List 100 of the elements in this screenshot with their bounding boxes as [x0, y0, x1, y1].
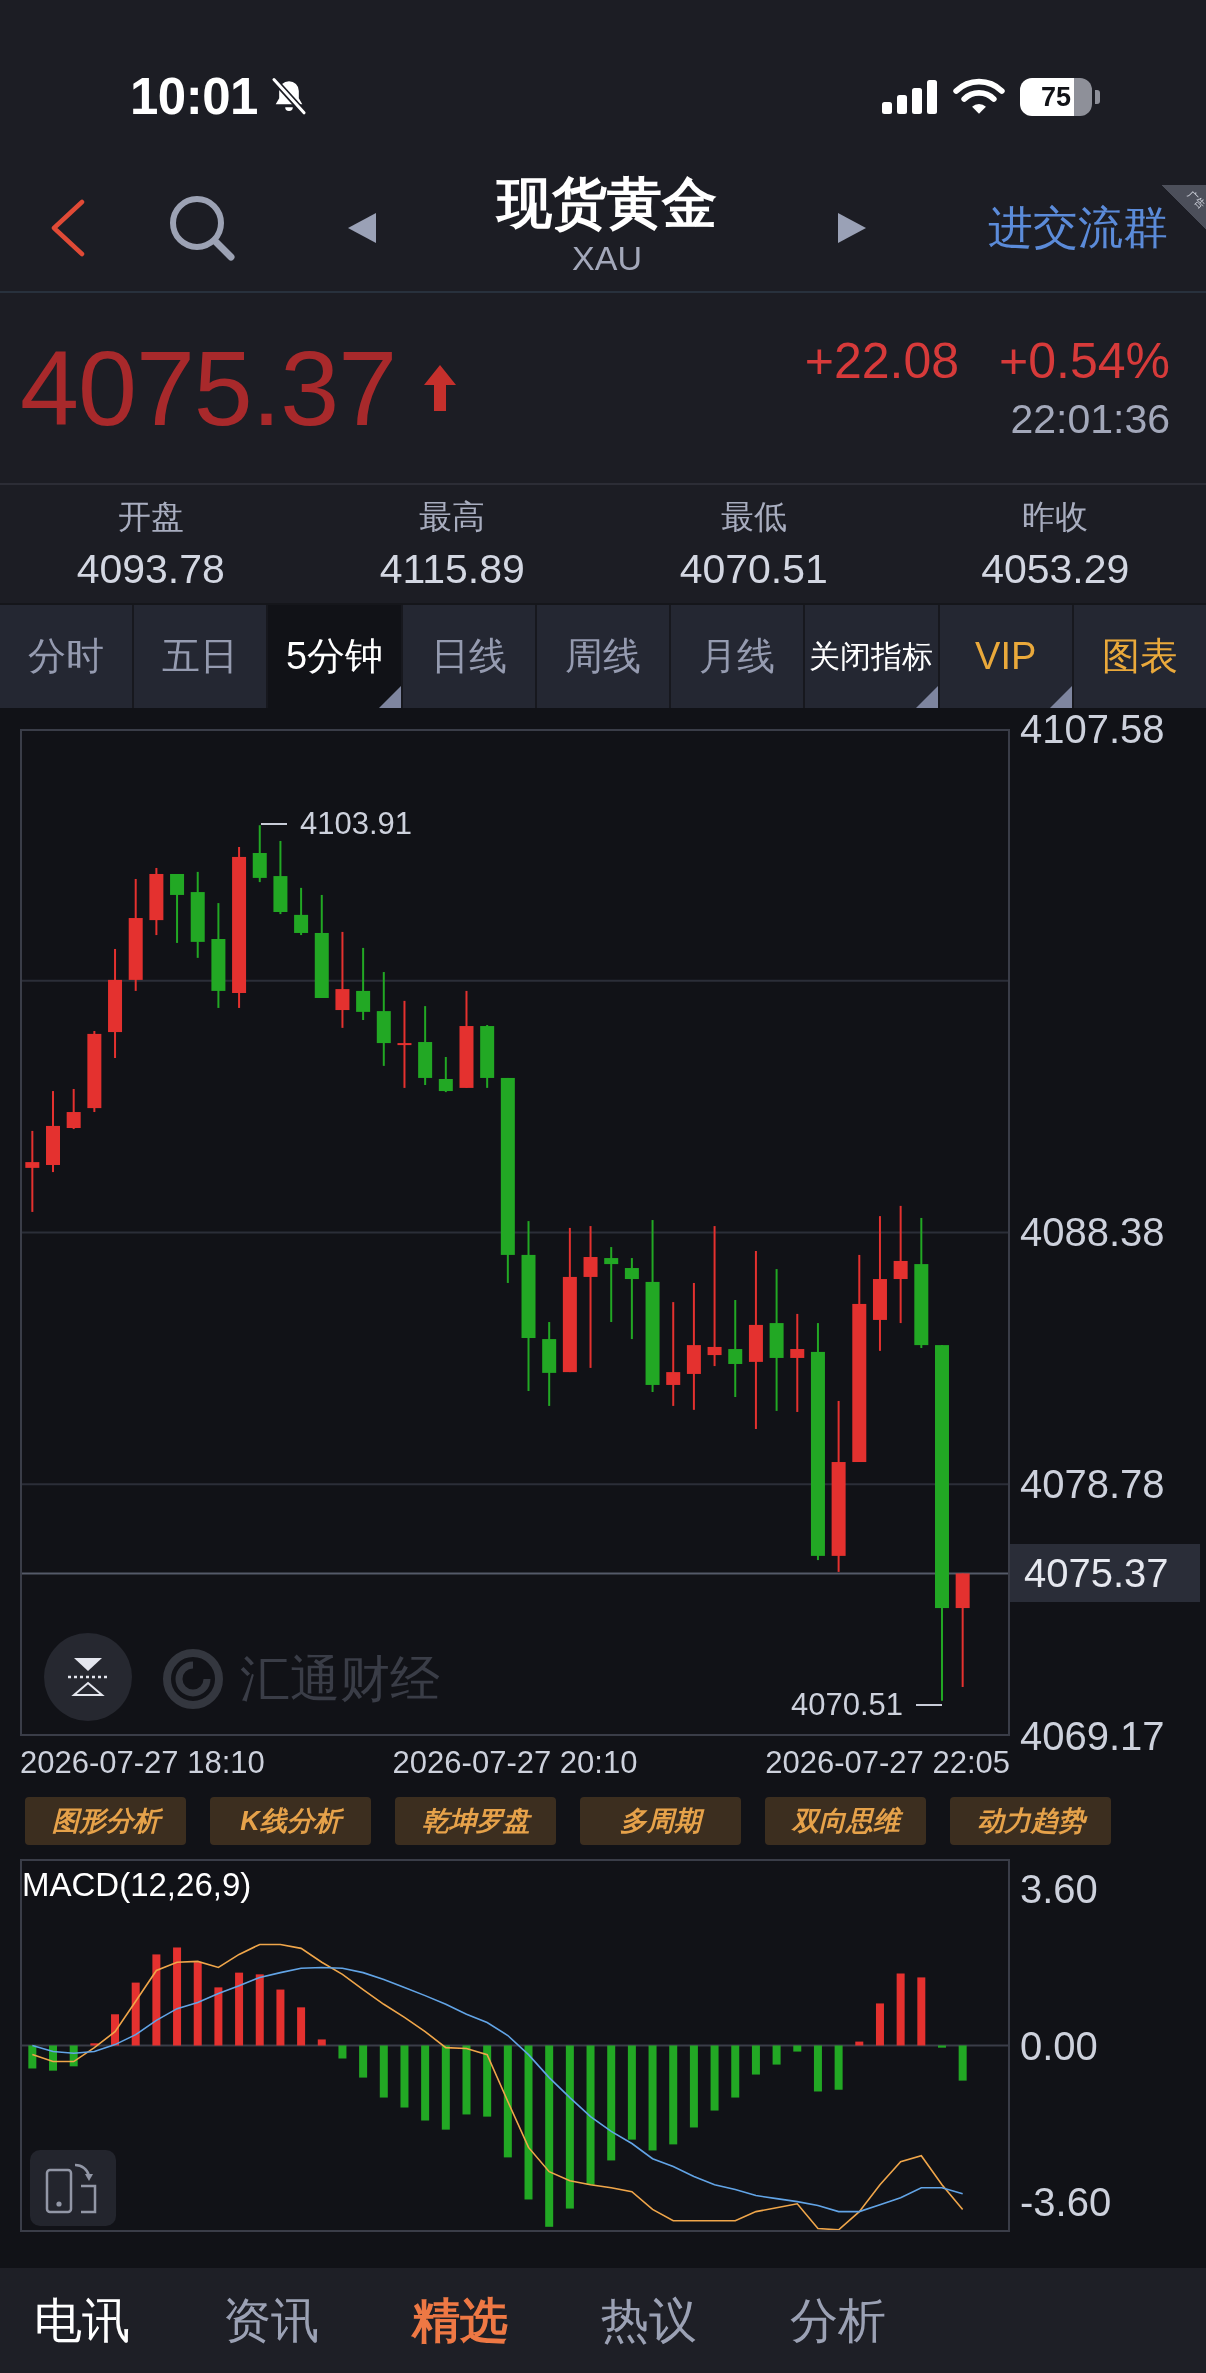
leader-line [261, 823, 287, 825]
left-triangle-icon [348, 213, 376, 243]
period-tab[interactable]: 图表 [1073, 605, 1206, 708]
compress-icon [68, 1658, 108, 1696]
search-icon [168, 194, 236, 262]
histogram-bar [917, 1977, 926, 2046]
histogram-bar [751, 2045, 760, 2075]
stat-label: 昨收 [1022, 497, 1089, 537]
analysis-tool-button[interactable]: K线分析 [210, 1797, 371, 1845]
price-axis-label: 4069.17 [1020, 1715, 1165, 1757]
stat-value: 4070.51 [679, 546, 828, 592]
price-axis-label: 4107.58 [1020, 708, 1165, 750]
price-axis-label: 4088.38 [1020, 1211, 1165, 1254]
stat-label: 最高 [419, 497, 486, 537]
histogram-bar [875, 2003, 884, 2046]
histogram-bar [69, 2045, 78, 2067]
stat-label: 最低 [720, 497, 787, 537]
percent-change: +0.54% [999, 333, 1170, 389]
stat-value: 4053.29 [981, 546, 1130, 592]
analysis-tool-button[interactable]: 图形分析 [25, 1797, 186, 1845]
period-tab[interactable]: 日线 [402, 605, 535, 708]
histogram-bar [276, 1989, 285, 2046]
macd-axis-label: -3.60 [1020, 2180, 1112, 2223]
histogram-bar [462, 2045, 471, 2115]
high-price-label: 4103.91 [300, 806, 413, 842]
period-tab[interactable]: 月线 [671, 605, 804, 708]
histogram-bar [772, 2045, 781, 2065]
histogram-bar [28, 2045, 37, 2069]
candle [149, 866, 164, 937]
bottom-nav-tab[interactable]: 资讯 [223, 2292, 319, 2349]
status-time: 10:01 [130, 70, 258, 124]
period-tab[interactable]: VIP [939, 605, 1072, 708]
analysis-tool-button[interactable]: 双向思维 [765, 1797, 926, 1845]
rotate-screen-button[interactable] [30, 2150, 116, 2226]
histogram-bar [793, 2045, 802, 2052]
histogram-bar [359, 2045, 368, 2078]
chart-title: MACD(12,26,9) [22, 1865, 252, 1905]
macd-axis-label: 0.00 [1020, 2024, 1098, 2067]
histogram-bar [90, 2043, 99, 2046]
right-triangle-icon [838, 213, 866, 243]
battery-indicator: 75 [1020, 78, 1100, 116]
histogram-bar [958, 2045, 967, 2081]
analysis-tool-button[interactable]: 多周期 [580, 1797, 741, 1845]
symbol-code: XAU [572, 239, 642, 277]
next-button[interactable] [838, 213, 866, 243]
swirl-logo-icon [162, 1648, 224, 1710]
bottom-nav-tab[interactable]: 精选 [412, 2292, 508, 2349]
page-title: 现货黄金 [497, 173, 717, 233]
histogram-bar [297, 2007, 306, 2046]
histogram-bar [379, 2045, 388, 2098]
period-tab[interactable]: 关闭指标 [805, 605, 938, 708]
candle [170, 873, 185, 944]
histogram-bar [834, 2045, 843, 2090]
period-tab[interactable]: 周线 [536, 605, 670, 708]
histogram-bar [855, 2041, 864, 2046]
last-price: 4075.37 [20, 331, 397, 445]
bottom-nav-tab[interactable]: 热议 [601, 2292, 697, 2349]
histogram-bar [255, 1974, 264, 2046]
wifi-icon [952, 78, 1006, 116]
previous-button[interactable] [348, 213, 376, 243]
search-button[interactable] [168, 194, 236, 262]
histogram-bar [938, 2045, 946, 2048]
stat-value: 4093.78 [76, 546, 225, 592]
period-tab[interactable]: 5分钟 [268, 605, 401, 708]
leader-line [916, 1704, 942, 1706]
signal-icon [882, 80, 938, 114]
analysis-tool-button[interactable]: 动力趋势 [950, 1797, 1111, 1845]
time-axis-label: 2026-07-27 18:10 [20, 1745, 265, 1781]
time-axis-label: 2026-07-27 22:05 [765, 1745, 1010, 1781]
price-axis-label: 4078.78 [1020, 1463, 1165, 1506]
histogram-bar [813, 2045, 822, 2092]
price-change: +22.08 [804, 333, 959, 389]
quote-time: 22:01:36 [1010, 395, 1170, 443]
histogram-bar [338, 2045, 347, 2059]
bottom-nav-tab[interactable]: 分析 [790, 2292, 886, 2349]
candle [438, 1056, 453, 1094]
stat-value: 4115.89 [379, 546, 525, 592]
macd-axis-label: 3.60 [1020, 1868, 1098, 1911]
candle [252, 824, 267, 884]
histogram-bar [483, 2045, 492, 2117]
histogram-bar [400, 2045, 409, 2108]
candle [66, 1087, 81, 1131]
analysis-tool-button[interactable]: 乾坤罗盘 [395, 1797, 556, 1845]
histogram-bar [710, 2045, 719, 2111]
histogram-bar [731, 2045, 740, 2098]
time-axis-label: 2026-07-27 20:10 [392, 1745, 638, 1781]
histogram-bar [214, 1987, 223, 2046]
candle [294, 886, 309, 937]
bottom-nav-tab[interactable]: 电讯 [34, 2292, 130, 2349]
low-price-label: 4070.51 [790, 1687, 903, 1723]
histogram-bar [49, 2045, 57, 2071]
period-tab[interactable]: 五日 [134, 605, 267, 708]
current-price-tag: 4075.37 [1010, 1544, 1200, 1603]
histogram-bar [131, 1982, 140, 2046]
histogram-bar [317, 2039, 326, 2046]
histogram-bar [111, 2014, 120, 2046]
bell-slash-icon [269, 77, 308, 117]
candle [480, 1024, 495, 1089]
stat-label: 开盘 [117, 497, 184, 537]
period-tab[interactable]: 分时 [0, 605, 133, 708]
